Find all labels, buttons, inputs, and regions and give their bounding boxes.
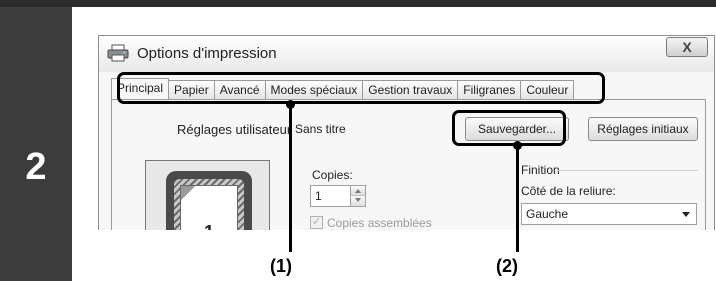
principal-panel: Réglages utilisateur Sans titre Sauvegar… [111, 99, 706, 230]
copies-value: 1 [315, 189, 322, 203]
spin-down-button[interactable] [350, 196, 365, 206]
close-icon: X [682, 39, 692, 55]
copies-label: Copies: [312, 168, 353, 182]
callout-tabs-highlight [117, 72, 605, 104]
step-number: 2 [25, 146, 47, 188]
binding-side-value: Gauche [526, 207, 569, 221]
finishing-divider [558, 170, 698, 171]
top-rule [0, 0, 716, 7]
print-preview: 1 [145, 160, 270, 230]
title-bar: Options d'impression X [99, 36, 714, 72]
printer-icon [107, 44, 129, 62]
close-button[interactable]: X [666, 37, 708, 57]
preview-page: 1 [180, 185, 238, 230]
binding-side-select[interactable]: Gauche [521, 203, 697, 225]
page-fold [181, 186, 195, 200]
callout-caption-2: (2) [496, 256, 518, 276]
dialog-title: Options d'impression [137, 45, 277, 62]
preview-frame-inner: 1 [174, 179, 244, 230]
callout-dot-2 [513, 141, 522, 150]
callout-leader-2 [516, 143, 519, 252]
chevron-down-icon [682, 212, 690, 217]
collate-checkbox[interactable]: ✓ [310, 216, 323, 229]
callout-save-highlight [452, 110, 566, 146]
callout-dot-1 [286, 100, 295, 109]
callout-caption-1: (1) [270, 256, 292, 276]
finishing-group-label: Finition [521, 163, 560, 177]
user-settings-value: Sans titre [295, 122, 346, 136]
reset-settings-button[interactable]: Réglages initiaux [588, 117, 698, 141]
step-marker [0, 7, 72, 281]
spin-up-button[interactable] [350, 186, 365, 196]
callout-leader-1 [289, 101, 292, 252]
preview-page-number: 1 [181, 222, 237, 230]
binding-side-label: Côté de la reliure: [521, 184, 616, 198]
print-options-dialog: Options d'impression X Principal Papier … [98, 35, 715, 230]
copies-stepper[interactable]: 1 [310, 185, 366, 207]
preview-frame: 1 [166, 171, 252, 230]
user-settings-label: Réglages utilisateur [177, 122, 292, 137]
collate-label: Copies assemblées [327, 216, 432, 230]
